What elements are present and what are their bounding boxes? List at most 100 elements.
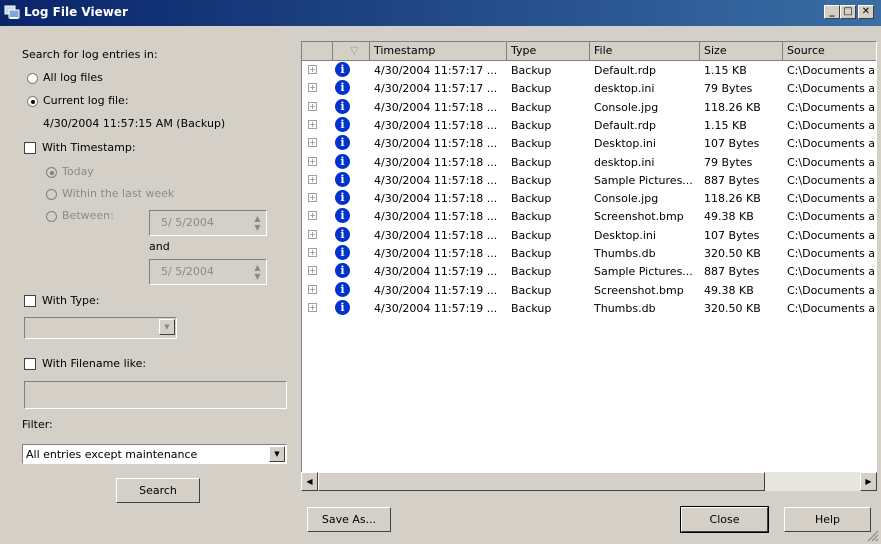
cell-source: C:\Documents an — [787, 301, 877, 315]
within-last-week-radio[interactable] — [46, 189, 57, 200]
cell-size: 49.38 KB — [704, 210, 754, 224]
expand-row-icon[interactable]: + — [308, 174, 317, 184]
column-header-size[interactable]: Size — [700, 42, 783, 60]
cell-timestamp: 4/30/2004 11:57:19 ... — [374, 301, 498, 315]
close-button[interactable]: Close — [680, 506, 769, 533]
today-radio[interactable] — [46, 167, 57, 178]
table-row[interactable]: + i 4/30/2004 11:57:19 ... Backup Screenshot… — [302, 281, 876, 300]
table-row[interactable]: + i 4/30/2004 11:57:18 ... Backup Screenshot… — [302, 207, 876, 226]
filter-dropdown-icon[interactable]: ▼ — [269, 446, 285, 462]
cell-timestamp: 4/30/2004 11:57:18 ... — [374, 247, 498, 260]
from-date-value: 5/ 5/2004 — [161, 216, 214, 229]
cell-timestamp: 4/30/2004 11:57:18 ... — [374, 228, 498, 242]
filter-select[interactable]: All entries except maintenance ▼ — [22, 444, 287, 464]
cell-timestamp: 4/30/2004 11:57:18 ... — [374, 192, 498, 206]
with-timestamp-checkbox[interactable] — [24, 142, 36, 154]
cell-type: Backup — [511, 173, 552, 187]
cell-source: C:\Documents an — [787, 173, 877, 187]
table-row[interactable]: + i 4/30/2004 11:57:17 ... Backup desktop.in… — [302, 79, 876, 98]
expand-row-icon[interactable]: + — [308, 83, 317, 93]
cell-timestamp: 4/30/2004 11:57:17 ... — [374, 82, 498, 96]
from-date-picker[interactable]: 5/ 5/2004 ▲ ▼ — [149, 210, 267, 236]
expand-row-icon[interactable]: + — [308, 156, 317, 166]
table-row[interactable]: + i 4/30/2004 11:57:18 ... Backup Console.jp… — [302, 189, 876, 208]
today-label: Today — [62, 165, 94, 178]
column-header-icon[interactable]: ▽ — [333, 42, 370, 60]
cell-type: Backup — [511, 155, 552, 169]
current-log-file-radio[interactable] — [27, 96, 38, 107]
column-header-timestamp[interactable]: Timestamp — [370, 42, 507, 60]
filename-input[interactable] — [24, 381, 287, 409]
sort-indicator-icon: ▽ — [350, 44, 359, 57]
column-header-type[interactable]: Type — [507, 42, 590, 60]
cell-file: Default.rdp — [594, 64, 656, 77]
table-row[interactable]: + i 4/30/2004 11:57:19 ... Backup Sample Pic… — [302, 262, 877, 281]
info-icon: i — [335, 62, 350, 77]
cell-file: Console.jpg — [594, 192, 659, 206]
help-button[interactable]: Help — [784, 507, 871, 532]
table-row[interactable]: + i 4/30/2004 11:57:18 ... Backup Desktop.in… — [302, 134, 876, 153]
expand-row-icon[interactable]: + — [308, 138, 317, 148]
column-header-source[interactable]: Source — [783, 42, 876, 60]
table-row[interactable]: + i 4/30/2004 11:57:18 ... Backup Desktop.in… — [302, 226, 876, 245]
cell-size: 79 Bytes — [704, 155, 753, 169]
with-type-checkbox[interactable] — [24, 295, 36, 307]
info-icon: i — [335, 171, 350, 187]
close-window-button[interactable]: ✕ — [858, 5, 874, 19]
expand-row-icon[interactable]: + — [308, 101, 317, 111]
expand-row-icon[interactable]: + — [308, 211, 317, 221]
expand-row-icon[interactable]: + — [308, 248, 317, 257]
type-select[interactable]: ▼ — [24, 317, 177, 339]
filter-label: Filter: — [22, 418, 53, 431]
expand-row-icon[interactable]: + — [308, 284, 317, 294]
search-heading: Search for log entries in: — [22, 48, 158, 61]
app-icon — [4, 5, 20, 19]
table-row[interactable]: + i 4/30/2004 11:57:18 ... Backup Console.jp… — [302, 98, 876, 117]
all-log-files-radio[interactable] — [27, 73, 38, 84]
maximize-button[interactable]: □ — [840, 5, 856, 19]
table-header: ▽ Timestamp Type File Size Source — [302, 42, 876, 61]
to-date-picker[interactable]: 5/ 5/2004 ▲ ▼ — [149, 259, 267, 285]
cell-file: Default.rdp — [594, 118, 656, 132]
type-dropdown-icon[interactable]: ▼ — [159, 319, 175, 335]
expand-row-icon[interactable]: + — [308, 193, 317, 203]
search-button[interactable]: Search — [116, 478, 200, 503]
cell-source: C:\Documents an — [787, 265, 877, 279]
scroll-right-icon[interactable]: ▶ — [860, 472, 877, 491]
horizontal-scrollbar[interactable]: ◀ ▶ — [301, 472, 877, 491]
scrollbar-thumb[interactable] — [318, 472, 765, 491]
cell-type: Backup — [511, 100, 552, 114]
minimize-icon: _ — [829, 6, 835, 17]
cell-size: 107 Bytes — [704, 137, 760, 151]
current-log-value: 4/30/2004 11:57:15 AM (Backup) — [43, 117, 226, 130]
cell-timestamp: 4/30/2004 11:57:19 ... — [374, 283, 498, 297]
save-as-button[interactable]: Save As... — [307, 507, 391, 532]
table-row[interactable]: + i 4/30/2004 11:57:18 ... Backup Sample Pic… — [302, 171, 877, 190]
to-date-spinner-icon[interactable]: ▲ ▼ — [251, 263, 264, 283]
close-icon: ✕ — [861, 6, 871, 17]
table-row[interactable]: + i 4/30/2004 11:57:19 ... Backup Thumbs.db 3… — [302, 299, 877, 318]
between-radio[interactable] — [46, 211, 57, 222]
expand-row-icon[interactable]: + — [308, 119, 317, 129]
column-header-expander[interactable] — [302, 42, 333, 60]
table-row[interactable]: + i 4/30/2004 11:57:18 ... Backup Thumbs.db 3… — [302, 244, 876, 263]
minimize-button[interactable]: _ — [824, 5, 840, 19]
from-date-spinner-icon[interactable]: ▲ ▼ — [251, 214, 264, 234]
cell-size: 320.50 KB — [704, 247, 761, 260]
cell-file: Console.jpg — [594, 100, 659, 114]
expand-row-icon[interactable]: + — [308, 229, 317, 239]
info-icon: i — [335, 263, 350, 279]
cell-size: 79 Bytes — [704, 82, 753, 96]
expand-row-icon[interactable]: + — [308, 302, 317, 312]
to-date-value: 5/ 5/2004 — [161, 265, 214, 278]
resize-grip-icon[interactable] — [866, 529, 879, 542]
table-row[interactable]: + i 4/30/2004 11:57:17 ... Backup Default.rd… — [302, 61, 876, 80]
expand-row-icon[interactable]: + — [308, 65, 317, 74]
table-row[interactable]: + i 4/30/2004 11:57:18 ... Backup Default.rd… — [302, 116, 876, 135]
cell-timestamp: 4/30/2004 11:57:18 ... — [374, 155, 498, 169]
expand-row-icon[interactable]: + — [308, 266, 317, 276]
scroll-left-icon[interactable]: ◀ — [301, 472, 318, 491]
column-header-file[interactable]: File — [590, 42, 700, 60]
table-row[interactable]: + i 4/30/2004 11:57:18 ... Backup desktop.in… — [302, 153, 876, 172]
with-filename-checkbox[interactable] — [24, 358, 36, 370]
